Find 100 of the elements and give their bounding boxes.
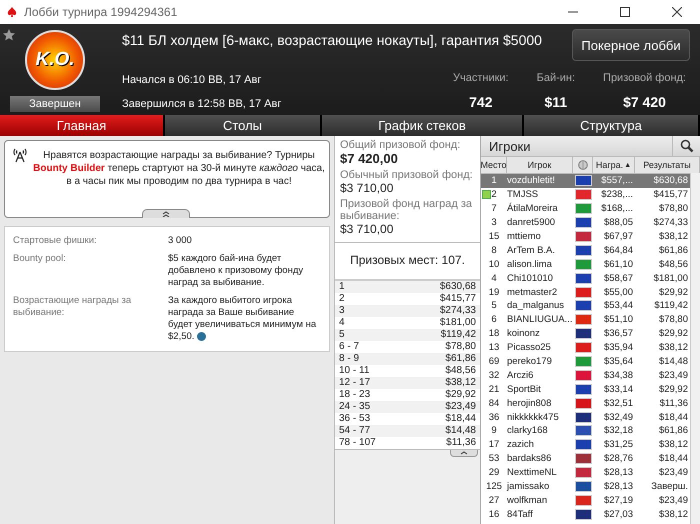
player-place: 8 [491, 244, 497, 256]
player-row[interactable]: 21 SportBit $33,14 $29,92 [481, 382, 690, 396]
player-result: $78,80 [658, 203, 688, 214]
scrollbar[interactable] [690, 173, 700, 524]
player-row[interactable]: 16 84Taff $27,03 $38,12 [481, 507, 690, 522]
player-place: 69 [488, 356, 500, 368]
player-bounty: $27,03 [604, 508, 633, 520]
player-name: Picasso25 [507, 342, 551, 354]
player-place: 17 [488, 439, 500, 450]
payout-amount: $415,77 [440, 293, 476, 305]
payout-place: 2 [339, 293, 345, 305]
player-result: $48,56 [658, 258, 688, 270]
column-header[interactable]: Игрок [507, 157, 573, 174]
player-row[interactable]: 6 BIANLIUGUA... $51,10 $78,80 [481, 312, 690, 327]
detail-label: Возрастающие награды за выбивание: [13, 295, 132, 320]
player-place: 21 [488, 384, 500, 395]
player-row[interactable]: 17 zazich $31,25 $38,12 [481, 438, 690, 452]
player-place: 1 [491, 175, 497, 186]
player-name: Arczi6 [507, 370, 534, 381]
payout-place: 3 [339, 305, 345, 317]
poker-lobby-button[interactable]: Покерное лобби [572, 29, 690, 61]
player-row[interactable]: 15 mttiemo $67,97 $38,12 [481, 230, 690, 244]
player-place: 32 [488, 370, 500, 381]
column-header[interactable]: Место [481, 157, 507, 174]
player-bounty: $28,76 [604, 453, 633, 464]
player-row[interactable]: 2 TMJSS $238,... $415,77 [481, 188, 690, 202]
collapse-button[interactable] [450, 450, 478, 457]
player-result: $38,12 [658, 439, 688, 450]
player-row[interactable]: 3 danret5900 $88,05 $274,33 [481, 216, 690, 230]
payout-place: 36 - 53 [339, 413, 370, 425]
player-row[interactable]: 29 NexttimeNL $28,13 $23,49 [481, 466, 690, 480]
player-row[interactable]: 27 wolfkman $27,19 $23,49 [481, 493, 690, 508]
player-place: 125 [486, 481, 502, 492]
player-row[interactable]: 36 nikkkkkk475 $32,49 $18,44 [481, 410, 690, 424]
player-result: $18,44 [658, 453, 688, 464]
player-bounty: $67,97 [604, 231, 633, 242]
payout-amount: $78,80 [445, 341, 476, 353]
player-row[interactable]: 19 metmaster2 $55,00 $29,92 [481, 285, 690, 300]
player-bounty: $61,10 [604, 258, 633, 270]
payout-place: 24 - 35 [339, 401, 370, 413]
antenna-icon [13, 147, 27, 163]
payout-place: 18 - 23 [339, 389, 370, 401]
player-result: $61,86 [658, 425, 688, 436]
tab[interactable]: Главная [0, 115, 165, 136]
player-row[interactable]: 69 pereko179 $35,64 $14,48 [481, 354, 690, 368]
player-place: 4 [491, 272, 497, 284]
player-row[interactable]: 1 vozduhletit! $557,... $630,68 [481, 174, 690, 188]
player-row[interactable]: 18 koinonz $36,57 $29,92 [481, 326, 690, 341]
player-result: $18,44 [658, 412, 688, 423]
window-title: Лобби турнира 1994294361 [24, 5, 178, 19]
player-bounty: $88,05 [604, 217, 633, 228]
stat-value: $11 [544, 94, 568, 110]
prize-pool-label: Общий призовой фонд: [340, 139, 462, 151]
detail-value: $5 каждого бай-ина будет добавлено к призовому фонду наград за выбивание. [168, 253, 304, 289]
player-row[interactable]: 10 alison.lima $61,10 $48,56 [481, 257, 690, 272]
start-time: Начался в 06:10 ВВ, 17 Авг [122, 74, 262, 86]
player-row[interactable]: 125 jamissako $28,13 Заверш. [481, 480, 690, 494]
player-row[interactable]: 5 da_malganus $53,44 $119,42 [481, 299, 690, 313]
player-bounty: $53,44 [604, 300, 633, 312]
payout-amount: $274,33 [440, 305, 476, 317]
player-bounty: $32,49 [604, 412, 633, 423]
player-place: 2 [491, 189, 497, 200]
star-icon[interactable] [2, 28, 16, 42]
player-bounty: $168,... [601, 203, 633, 214]
player-bounty: $51,10 [604, 314, 633, 326]
stat-label: Призовой фонд: [603, 72, 686, 84]
player-row[interactable]: 4 Chi101010 $58,67 $181,00 [481, 271, 690, 286]
tab[interactable]: Структура [524, 115, 700, 136]
payout-amount: $14,48 [445, 425, 476, 437]
player-result: $38,12 [658, 342, 688, 354]
player-bounty: $33,14 [604, 384, 633, 395]
spade-icon [6, 6, 18, 18]
tournament-status: Завершен [10, 96, 100, 112]
player-name: mttiemo [507, 231, 541, 242]
player-place: 5 [491, 300, 497, 312]
player-row[interactable]: 53 bardaks86 $28,76 $18,44 [481, 452, 690, 466]
column-header[interactable]: Результаты [635, 157, 700, 174]
player-name: da_malganus [507, 300, 564, 312]
player-name: NexttimeNL [507, 467, 557, 478]
player-row[interactable]: 8 ArTem B.A. $64,84 $61,86 [481, 243, 690, 258]
collapse-button[interactable] [142, 209, 190, 218]
player-bounty: $32,51 [604, 398, 633, 409]
tab[interactable]: Столы [165, 115, 322, 136]
payout-place: 1 [339, 281, 345, 293]
info-icon[interactable] [197, 332, 206, 341]
player-row[interactable]: 32 Arczi6 $34,38 $23,49 [481, 368, 690, 382]
player-name: Chi101010 [507, 272, 553, 284]
player-name: bardaks86 [507, 453, 552, 464]
globe-icon[interactable] [578, 160, 588, 170]
player-bounty: $557,... [601, 175, 633, 186]
player-row[interactable]: 84 herojin808 $32,51 $11,36 [481, 396, 690, 410]
player-row[interactable]: 13 Picasso25 $35,94 $38,12 [481, 340, 690, 355]
player-row[interactable]: 9 clarky168 $32,18 $61,86 [481, 424, 690, 438]
player-result: $181,00 [654, 272, 688, 284]
prize-pool-label: Призовой фонд наград за выбивание: [340, 198, 474, 222]
tab[interactable]: График стеков [322, 115, 524, 136]
chevron-icon [162, 211, 170, 217]
player-row[interactable]: 7 ÁtilaMoreira $168,... $78,80 [481, 202, 690, 216]
player-result: $78,80 [658, 314, 688, 326]
payout-place: 4 [339, 317, 345, 329]
